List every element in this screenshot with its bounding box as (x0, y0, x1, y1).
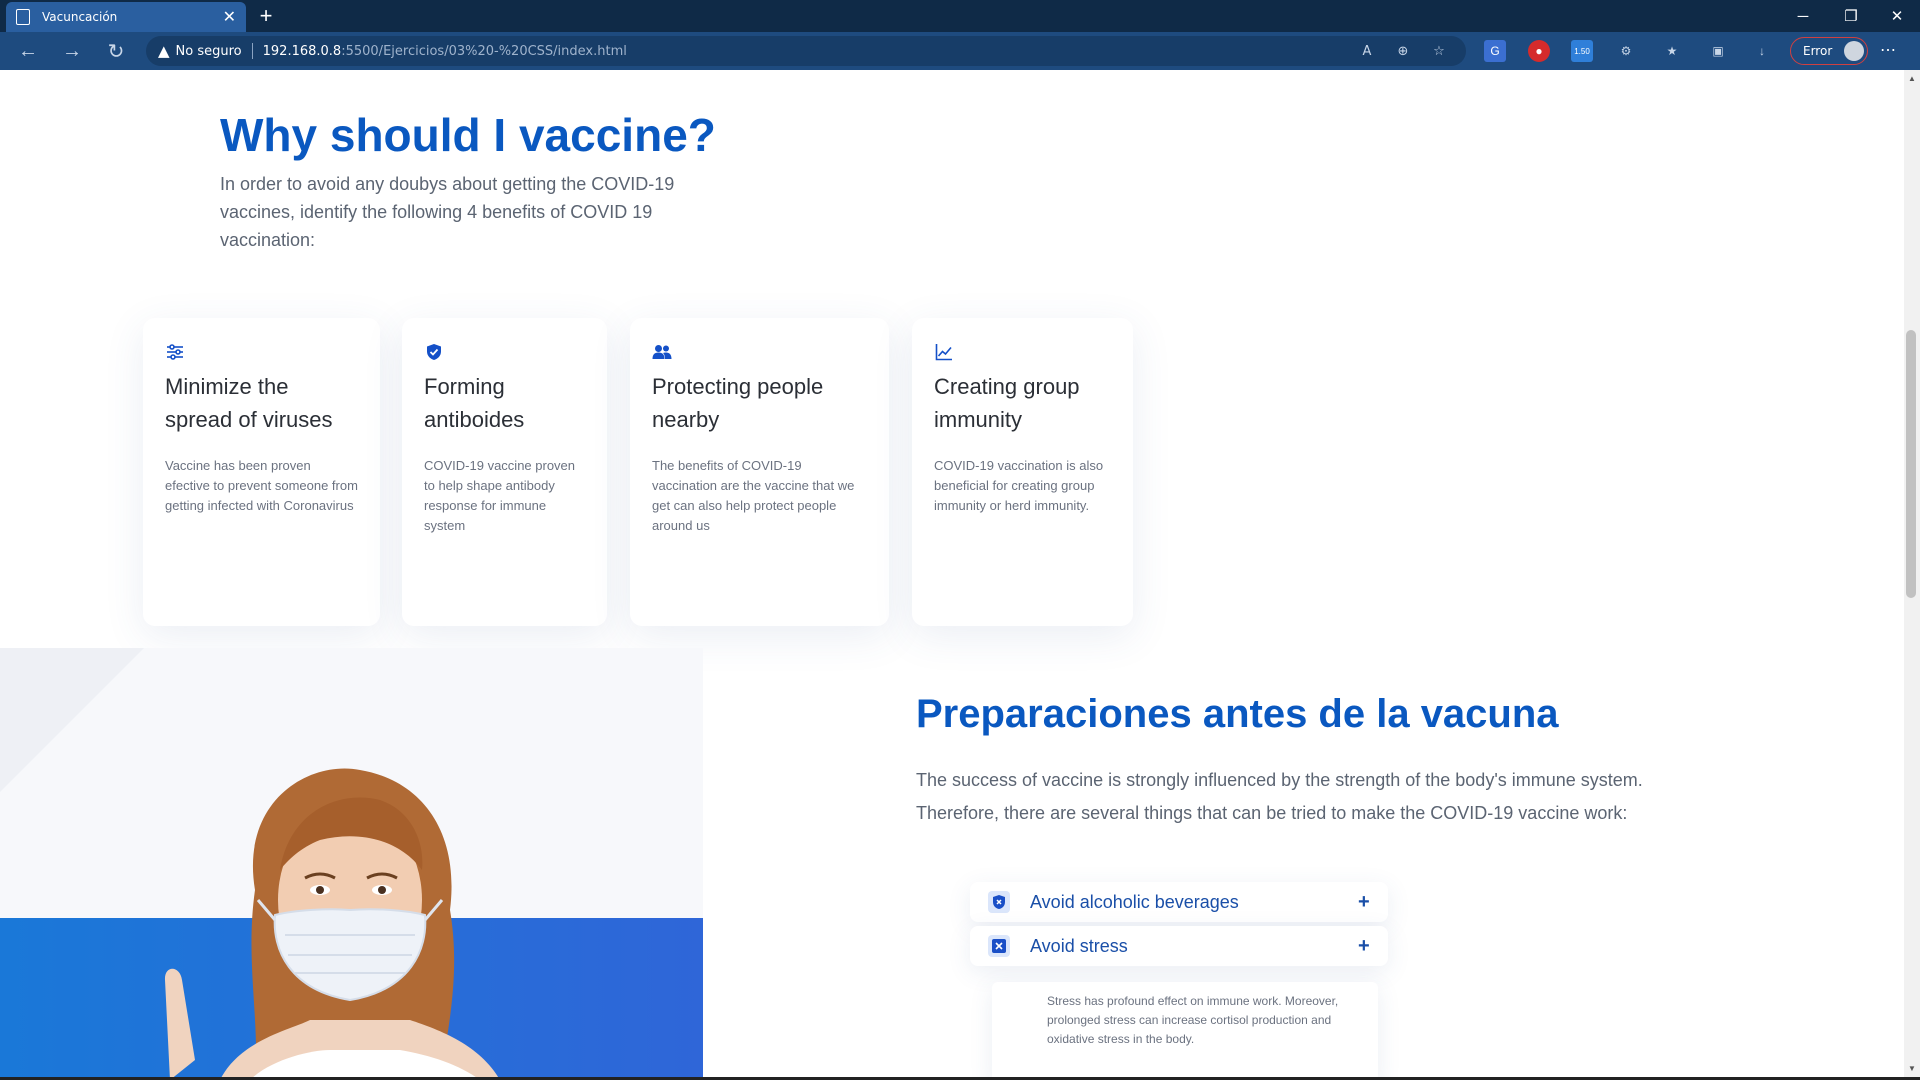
download-icon[interactable]: ↓ (1751, 40, 1773, 62)
browser-tab[interactable]: Vacuncación ✕ (6, 2, 246, 32)
decorative-triangle (0, 648, 144, 792)
benefit-text: Vaccine has been proven efective to prev… (165, 458, 358, 513)
shield-check-icon (424, 342, 444, 362)
address-bar[interactable]: ▲ No seguro 192.168.0.8:5500/Ejercicios/… (146, 36, 1466, 66)
tab-close-icon[interactable]: ✕ (223, 9, 236, 25)
warning-icon: ▲ (158, 42, 170, 60)
profile-status: Error (1803, 44, 1833, 58)
tab-title: Vacuncación (42, 10, 118, 24)
accordion-label: Avoid stress (1030, 935, 1128, 956)
benefit-title: Minimize the spread of viruses (165, 374, 333, 432)
page-icon (16, 9, 30, 25)
benefit-card: Forming antiboides COVID-19 vaccine prov… (402, 318, 607, 626)
restore-icon[interactable]: ❐ (1828, 0, 1874, 32)
close-window-icon[interactable]: ✕ (1874, 0, 1920, 32)
benefit-card: Protecting people nearby The benefits of… (630, 318, 889, 626)
minimize-icon[interactable]: ─ (1780, 0, 1826, 32)
extension-red-icon[interactable]: ● (1528, 40, 1550, 62)
benefit-title: Forming antiboides (424, 374, 525, 432)
accordion-item[interactable]: Avoid stress + (970, 926, 1388, 966)
address-toolbar: ← → ↻ ▲ No seguro 192.168.0.8:5500/Ejerc… (0, 32, 1920, 70)
square-x-icon (988, 935, 1010, 957)
shield-x-icon (988, 891, 1010, 913)
translate-icon[interactable]: G (1484, 40, 1506, 62)
profile-button[interactable]: Error (1790, 37, 1868, 65)
favorites-icon[interactable]: ★ (1661, 40, 1683, 62)
sliders-icon (165, 342, 185, 362)
benefit-text: COVID-19 vaccine proven to help shape an… (424, 458, 576, 533)
back-icon[interactable]: ← (14, 37, 42, 65)
new-tab-button[interactable]: + (254, 3, 278, 29)
benefit-text: COVID-19 vaccination is also beneficial … (934, 458, 1104, 513)
prep-description: The success of vaccine is strongly influ… (916, 770, 1643, 823)
web-page: Why should I vaccine? In order to avoid … (0, 70, 1904, 1080)
accordion-content: Stress has profound effect on immune wor… (992, 982, 1378, 1080)
extensions-icon[interactable]: ⚙ (1615, 40, 1637, 62)
benefit-title: Protecting people nearby (652, 374, 824, 432)
benefit-text: The benefits of COVID-19 vaccination are… (652, 458, 855, 533)
zoom-icon[interactable]: ⊕ (1390, 36, 1416, 66)
why-title: Why should I vaccine? (220, 109, 716, 161)
avatar (1844, 41, 1864, 61)
scroll-down-icon[interactable]: ▼ (1906, 1064, 1918, 1073)
accordion-item[interactable]: Avoid alcoholic beverages + (970, 882, 1388, 922)
add-favorite-icon[interactable]: ☆ (1426, 36, 1452, 66)
url-path: :5500/Ejercicios/03%20-%20CSS/index.html (341, 43, 627, 59)
read-aloud-icon[interactable]: A (1354, 36, 1380, 66)
collections-icon[interactable]: ▣ (1707, 40, 1729, 62)
security-label[interactable]: No seguro (176, 44, 242, 59)
more-menu-icon[interactable]: ⋯ (1880, 40, 1896, 60)
scrollbar-thumb[interactable] (1906, 330, 1916, 598)
prep-title: Preparaciones antes de la vacuna (916, 692, 1559, 736)
benefit-card: Creating group immunity COVID-19 vaccina… (912, 318, 1133, 626)
benefit-title: Creating group immunity (934, 374, 1080, 432)
plus-icon[interactable]: + (1358, 935, 1388, 958)
reload-icon[interactable]: ↻ (102, 37, 130, 65)
plus-icon[interactable]: + (1358, 891, 1388, 914)
url-host: 192.168.0.8 (262, 43, 342, 59)
benefit-card: Minimize the spread of viruses Vaccine h… (143, 318, 380, 626)
people-icon (652, 342, 672, 362)
divider (251, 43, 253, 59)
extension-badge-icon[interactable]: 1.50 (1571, 40, 1593, 62)
scroll-up-icon[interactable]: ▲ (1906, 74, 1918, 83)
tab-strip: Vacuncación ✕ + ─ ❐ ✕ (0, 0, 1920, 32)
forward-icon[interactable]: → (58, 37, 86, 65)
why-description: In order to avoid any doubys about getti… (220, 174, 675, 250)
woman-with-mask-image (164, 768, 500, 1080)
accordion-label: Avoid alcoholic beverages (1030, 891, 1239, 912)
chart-line-icon (934, 342, 954, 362)
